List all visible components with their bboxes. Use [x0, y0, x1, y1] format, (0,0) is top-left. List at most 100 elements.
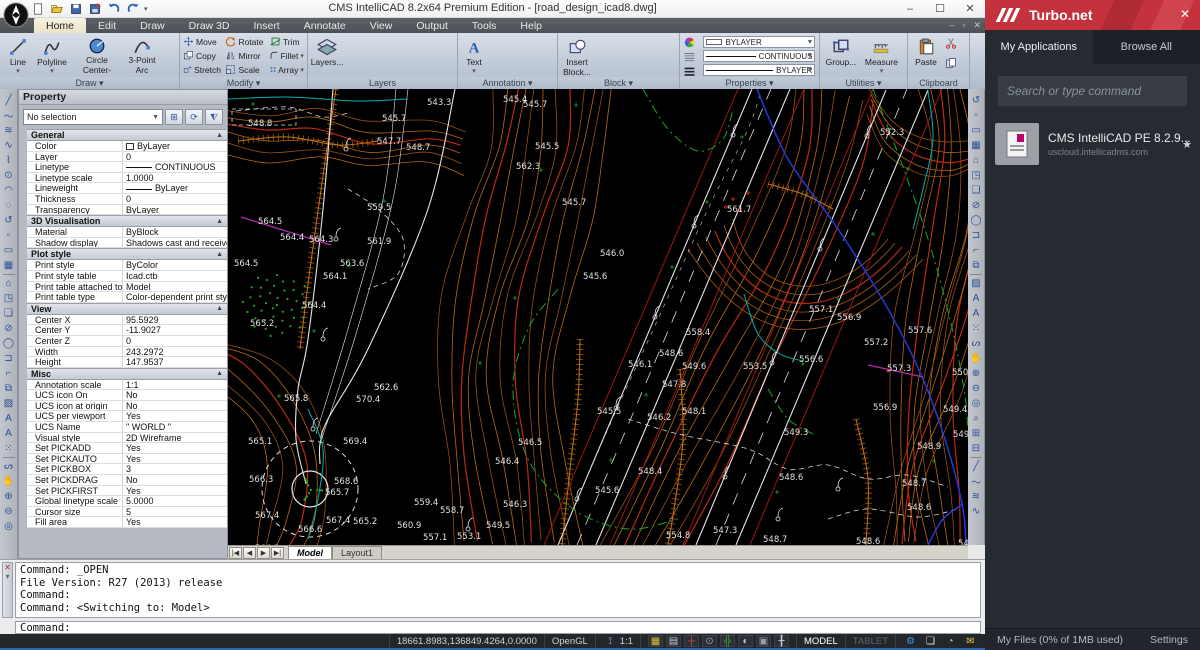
redo-icon[interactable]: [125, 2, 141, 16]
revision-icon[interactable]: ↺: [1, 213, 16, 228]
property-row[interactable]: Height 147.9537: [27, 357, 227, 368]
lineweight-dropdown[interactable]: BYLAYER▼: [703, 64, 815, 76]
minimize-button[interactable]: –: [895, 0, 925, 17]
polyline-icon[interactable]: 〜: [969, 474, 984, 489]
ribbon-button-fillet[interactable]: Fillet▾: [270, 49, 304, 62]
property-row[interactable]: Width 243.2972: [27, 347, 227, 358]
mtext-icon[interactable]: A: [969, 306, 984, 321]
line-icon[interactable]: ╱: [1, 93, 16, 108]
zoom-window-icon[interactable]: ⌕: [969, 411, 984, 426]
freehand-icon[interactable]: ∿: [1, 138, 16, 153]
zoom-previous-icon[interactable]: ⊟: [969, 441, 984, 456]
drawing-canvas[interactable]: 543.3545.7545.4545.7547.7548.7548.8545.5…: [228, 89, 968, 545]
settings-link[interactable]: Settings: [1150, 634, 1188, 646]
color-dropdown[interactable]: BYLAYER▼: [703, 36, 815, 48]
command-input[interactable]: Command:: [15, 621, 981, 634]
zoom-out-icon[interactable]: ⊖: [1, 504, 16, 519]
ribbon-group-label[interactable]: Draw ▾: [0, 77, 179, 89]
property-row[interactable]: Layer 0: [27, 152, 227, 163]
property-row[interactable]: Linetype scale 1.0000: [27, 173, 227, 184]
ribbon-group-label[interactable]: Utilities ▾: [820, 77, 907, 89]
prev-tab-button[interactable]: ◀: [243, 547, 256, 559]
donut-icon[interactable]: ◯: [1, 336, 16, 351]
trim-icon[interactable]: ⊘: [1, 321, 16, 336]
cut-button[interactable]: [945, 36, 957, 54]
linetype-dropdown[interactable]: CONTINUOUS▼: [703, 50, 815, 62]
property-row[interactable]: UCS icon On No: [27, 390, 227, 401]
property-row[interactable]: Center Z 0: [27, 336, 227, 347]
property-row[interactable]: Fill area Yes: [27, 517, 227, 528]
quick-select-button[interactable]: ⊞: [165, 109, 183, 125]
spline-icon[interactable]: ≋: [1, 123, 16, 138]
dyn-icon[interactable]: ╂: [774, 635, 789, 647]
command-history[interactable]: Command: _OPENFile Version: R27 (2013) r…: [15, 562, 981, 618]
trim-icon[interactable]: ⊘: [969, 198, 984, 213]
section-header-plot-style[interactable]: Plot style▲: [27, 248, 227, 260]
annotation-scale-indicator[interactable]: ⟟ 1:1: [595, 634, 640, 648]
insert-block-button[interactable]: Insert Block...: [561, 35, 593, 77]
gear-icon[interactable]: ⚙: [903, 635, 918, 647]
filter-button[interactable]: ⧨: [205, 109, 223, 125]
block-icon[interactable]: ⧉: [969, 258, 984, 273]
rectangle-icon[interactable]: ▭: [969, 123, 984, 138]
ribbon-button-mirror[interactable]: Mirror: [225, 49, 265, 62]
tab-browse-all[interactable]: Browse All: [1093, 30, 1200, 64]
coordinates-readout[interactable]: 18661.8983,136849.4264,0.0000: [389, 634, 544, 648]
pan-icon[interactable]: ✋: [1, 474, 16, 489]
region-icon[interactable]: ⌂: [969, 153, 984, 168]
renderer-indicator[interactable]: OpenGL: [544, 634, 595, 648]
ribbon-group-label[interactable]: Properties ▾: [680, 77, 819, 89]
etrack-icon[interactable]: ◐: [738, 635, 753, 647]
new-file-icon[interactable]: [30, 2, 46, 16]
line-icon[interactable]: ╱: [969, 459, 984, 474]
ribbon-button-copy[interactable]: Copy: [183, 49, 221, 62]
copy-clip-button[interactable]: [945, 56, 957, 74]
ribbon-button-line[interactable]: Line ▾: [3, 35, 33, 77]
property-row[interactable]: Color ByLayer: [27, 141, 227, 152]
explode-icon[interactable]: ᔕ: [1, 459, 16, 474]
esnap-icon[interactable]: ╬: [720, 635, 735, 647]
menu-tab-annotate[interactable]: Annotate: [292, 18, 358, 33]
property-row[interactable]: Cursor size 5: [27, 507, 227, 518]
ribbon-group-label[interactable]: Modify ▾: [180, 77, 307, 89]
ribbon-button-circle-center-radius[interactable]: Circle Center-Radius ▾: [71, 35, 123, 77]
pattern-icon[interactable]: ▨: [969, 276, 984, 291]
mdi-window-controls[interactable]: ‒▫✕: [949, 20, 981, 31]
viewport-icon[interactable]: ◳: [969, 168, 984, 183]
menu-tab-home[interactable]: Home: [34, 18, 86, 33]
zoom-extents-icon[interactable]: ◎: [1, 519, 16, 534]
donut-icon[interactable]: ◯: [969, 213, 984, 228]
property-palette-title[interactable]: Property: [19, 90, 227, 105]
point-icon[interactable]: ▫: [969, 108, 984, 123]
region-icon[interactable]: ⌂: [1, 276, 16, 291]
divide-icon[interactable]: ⁙: [1, 441, 16, 456]
command-pin-icon[interactable]: ▾: [5, 572, 9, 581]
section-header-view[interactable]: View▲: [27, 303, 227, 315]
ribbon-button-move[interactable]: Move: [183, 35, 221, 48]
open-file-icon[interactable]: [49, 2, 65, 16]
menu-tab-help[interactable]: Help: [508, 18, 554, 33]
close-button[interactable]: ✕: [955, 0, 985, 17]
ribbon-button-scale[interactable]: Scale: [225, 63, 265, 76]
maximize-button[interactable]: ☐: [925, 0, 955, 17]
property-row[interactable]: Linetype CONTINUOUS: [27, 162, 227, 173]
intellicad-app-logo-icon[interactable]: [3, 2, 29, 28]
viewport-icon[interactable]: ◳: [1, 291, 16, 306]
section-header-3d-visualisation[interactable]: 3D Visualisation▲: [27, 215, 227, 227]
first-tab-button[interactable]: |◀: [229, 547, 242, 559]
ribbon-group-label[interactable]: Clipboard: [908, 77, 969, 89]
menu-tab-draw[interactable]: Draw: [128, 18, 177, 33]
circle-icon[interactable]: ⊙: [1, 168, 16, 183]
layers-explorer-button[interactable]: Layers...: [311, 35, 343, 77]
ribbon-button-stretch[interactable]: Stretch: [183, 63, 221, 76]
section-header-misc[interactable]: Misc▲: [27, 368, 227, 380]
property-row[interactable]: Global linetype scale 5.0000: [27, 496, 227, 507]
mdi-close-icon[interactable]: ✕: [973, 20, 981, 31]
property-row[interactable]: Material ByBlock: [27, 227, 227, 238]
mail-icon[interactable]: ✉: [963, 635, 978, 647]
save-as-icon[interactable]: [87, 2, 103, 16]
property-row[interactable]: Set PICKFIRST Yes: [27, 486, 227, 497]
grid-icon[interactable]: ▤: [666, 635, 681, 647]
property-row[interactable]: UCS Name " WORLD ": [27, 422, 227, 433]
mtext-icon[interactable]: A: [1, 426, 16, 441]
